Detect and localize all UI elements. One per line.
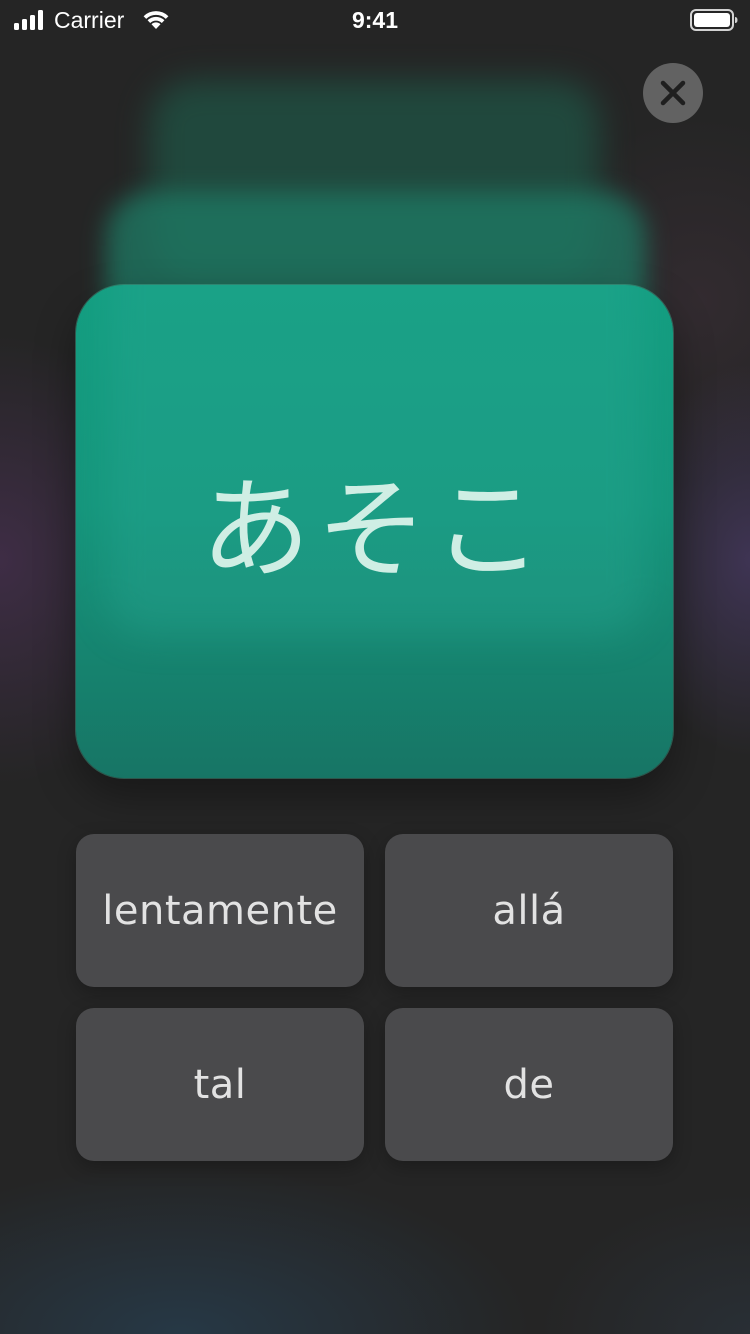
status-time: 9:41	[351, 7, 399, 33]
flashcard[interactable]: あそこ	[76, 285, 673, 778]
answer-option-alla[interactable]: allá	[385, 834, 673, 987]
battery-icon	[690, 9, 738, 31]
answer-option-de[interactable]: de	[385, 1008, 673, 1161]
answer-label: lentamente	[102, 887, 338, 934]
close-button[interactable]	[643, 63, 703, 123]
answer-option-tal[interactable]: tal	[76, 1008, 364, 1161]
answer-option-lentamente[interactable]: lentamente	[76, 834, 364, 987]
answer-label: de	[503, 1061, 555, 1108]
flashcard-word: あそこ	[200, 466, 549, 594]
status-bar: Carrier 9:41	[0, 0, 750, 40]
close-icon	[660, 80, 686, 106]
answer-label: allá	[492, 887, 566, 934]
answer-label: tal	[193, 1061, 247, 1108]
